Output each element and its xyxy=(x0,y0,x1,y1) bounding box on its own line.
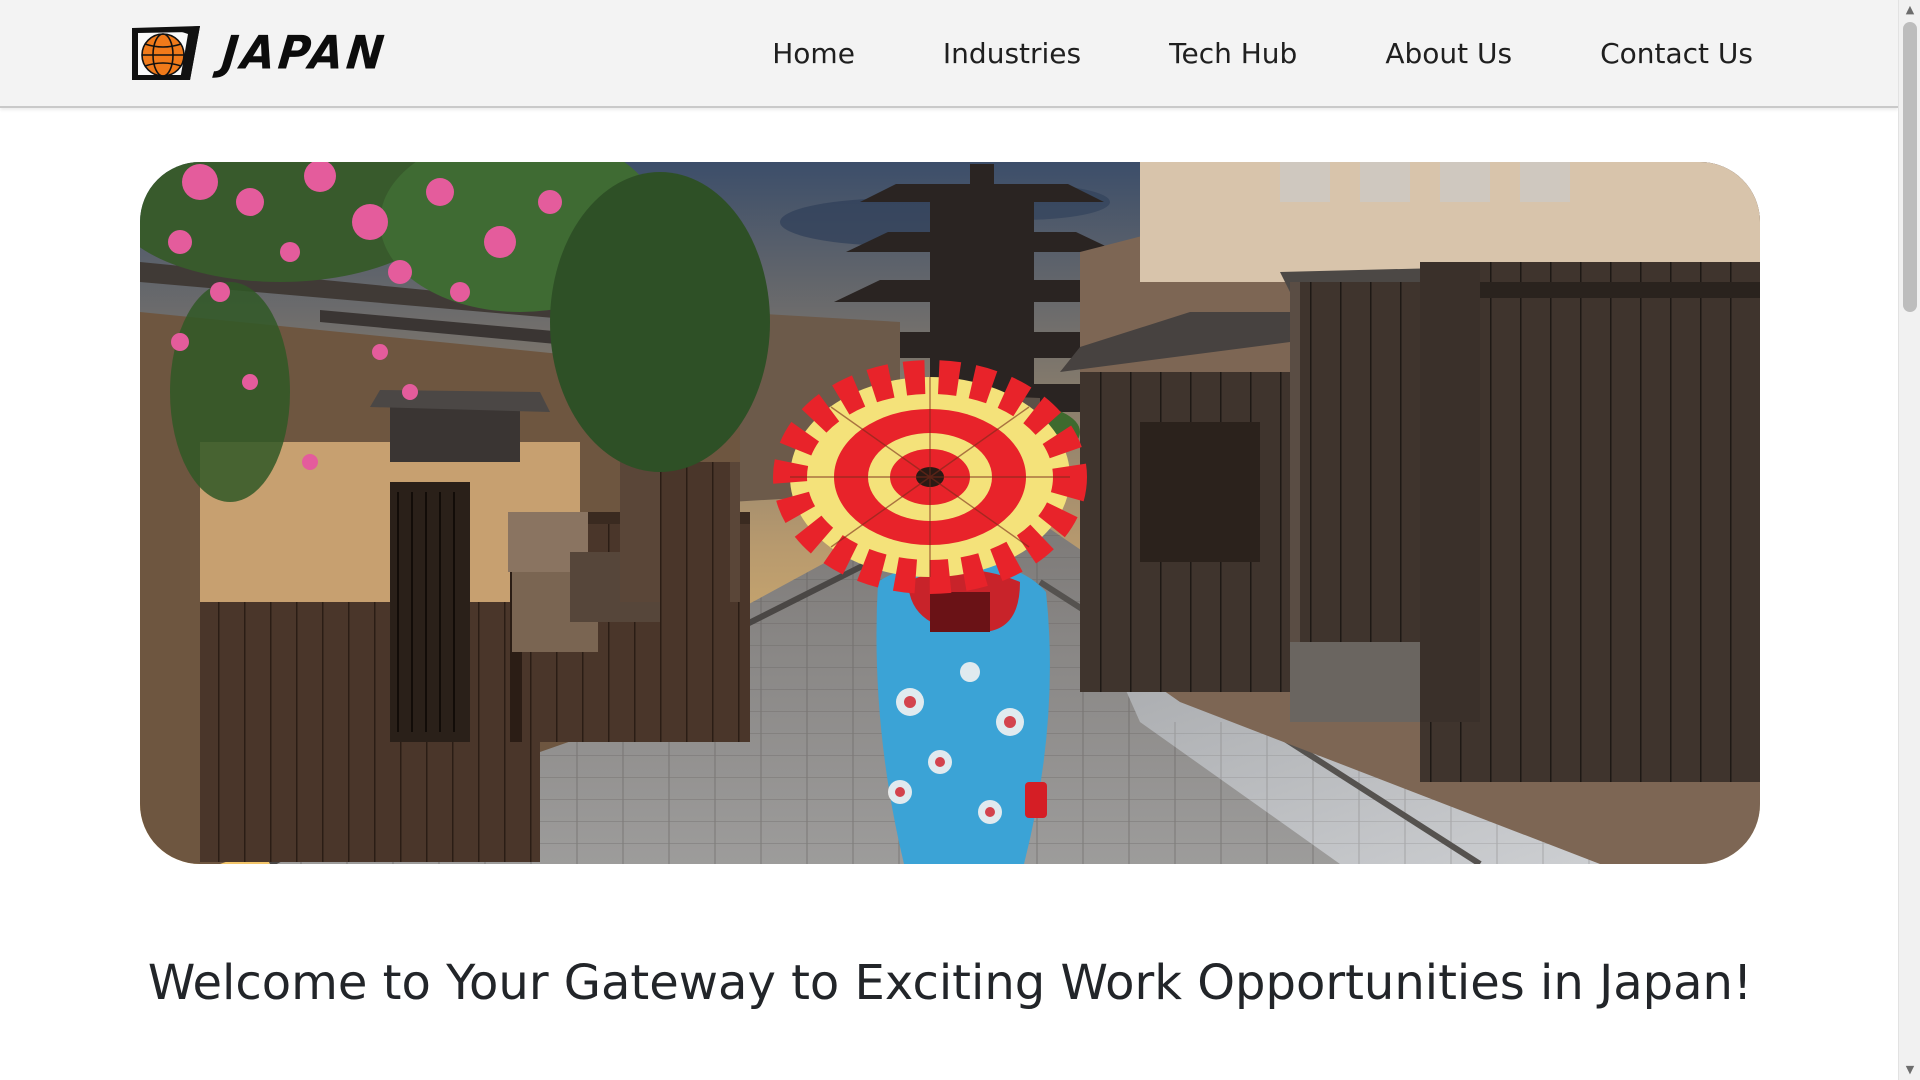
nav-contact-us[interactable]: Contact Us xyxy=(1600,32,1753,76)
scroll-down-arrow-icon[interactable]: ▼ xyxy=(1899,1060,1920,1080)
page-scrollbar[interactable]: ▲ ▼ xyxy=(1898,0,1920,1080)
brand-link[interactable]: JAPAN xyxy=(130,24,390,82)
nav-tech-hub[interactable]: Tech Hub xyxy=(1169,32,1297,76)
nav-home[interactable]: Home xyxy=(772,32,855,76)
scroll-up-arrow-icon[interactable]: ▲ xyxy=(1899,0,1920,20)
main-nav: Home Industries Tech Hub About Us Contac… xyxy=(772,32,1753,76)
globe-flag-icon xyxy=(132,26,200,80)
nav-about-us[interactable]: About Us xyxy=(1385,32,1512,76)
hero-image xyxy=(140,162,1760,864)
welcome-heading: Welcome to Your Gateway to Exciting Work… xyxy=(147,955,1753,1011)
nav-industries[interactable]: Industries xyxy=(943,32,1081,76)
brand-name: JAPAN xyxy=(219,26,390,80)
scrollbar-thumb[interactable] xyxy=(1903,22,1917,312)
kyoto-street-pagoda-kimono-umbrella-image xyxy=(140,162,1760,864)
top-navbar: JAPAN Home Industries Tech Hub About Us … xyxy=(0,0,1898,108)
